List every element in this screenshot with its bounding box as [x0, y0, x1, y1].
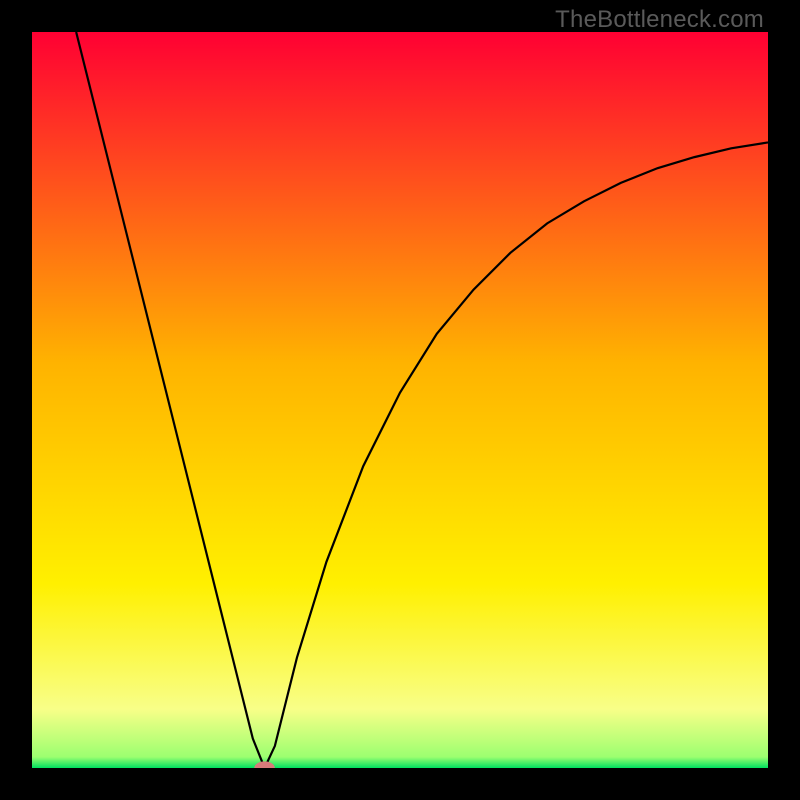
gradient-background: [32, 32, 768, 768]
chart-svg: [32, 32, 768, 768]
plot-area: [32, 32, 768, 768]
watermark-text: TheBottleneck.com: [555, 6, 764, 34]
chart-frame: TheBottleneck.com: [0, 0, 800, 800]
